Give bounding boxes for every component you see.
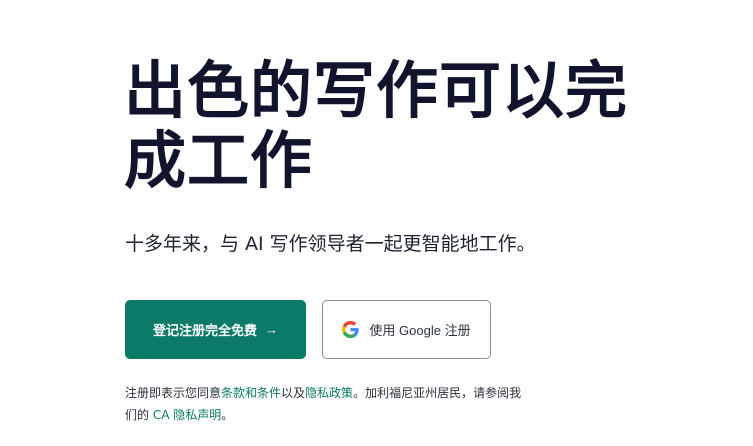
ca-privacy-link[interactable]: CA 隐私声明	[153, 408, 221, 422]
legal-suffix: 。	[221, 408, 234, 422]
privacy-policy-link[interactable]: 隐私政策	[305, 386, 353, 400]
signup-button-label: 登记注册完全免费	[152, 323, 257, 338]
google-signup-button[interactable]: 使用 Google 注册	[322, 300, 491, 359]
google-g-icon	[342, 321, 360, 338]
google-button-label: 使用 Google 注册	[369, 323, 471, 338]
hero-subtitle: 十多年来，与 AI 写作领导者一起更智能地工作。	[125, 233, 536, 255]
signup-free-button[interactable]: 登记注册完全免费 →	[125, 300, 306, 359]
arrow-right-icon: →	[265, 322, 278, 337]
legal-notice: 注册即表示您同意条款和条件以及隐私政策。加利福尼亚州居民，请参阅我们的 CA 隐…	[125, 382, 525, 426]
hero-title: 出色的写作可以完成工作	[124, 54, 629, 197]
legal-prefix: 注册即表示您同意	[125, 386, 222, 400]
terms-link[interactable]: 条款和条件	[221, 386, 281, 400]
legal-and: 以及	[281, 386, 306, 400]
